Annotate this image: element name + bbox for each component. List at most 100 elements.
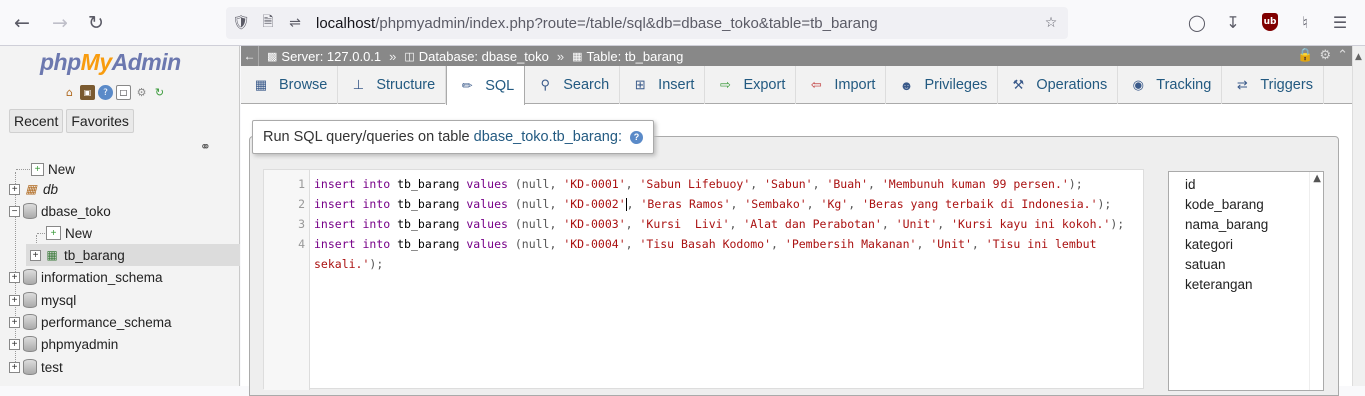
url-text[interactable]: localhost/phpmyadmin/index.php?route=/ta… bbox=[316, 15, 878, 32]
tab-sql[interactable]: ✏ SQL bbox=[446, 66, 526, 105]
expand-icon[interactable]: + bbox=[9, 183, 20, 195]
tree-item-test[interactable]: + test bbox=[9, 356, 63, 378]
line-number: 2 bbox=[298, 197, 305, 211]
url-bar[interactable]: 🛡 🗎 ⇌ localhost/phpmyadmin/index.php?rou… bbox=[226, 7, 1068, 39]
column-option[interactable]: nama_barang bbox=[1185, 217, 1268, 232]
collapse-left-arrow-icon[interactable]: ← bbox=[241, 46, 259, 66]
tree-item-performance-schema[interactable]: + performance_schema bbox=[9, 311, 172, 333]
server-icon: ▩ bbox=[267, 50, 278, 63]
tree-item-new-table[interactable]: + New bbox=[37, 222, 92, 244]
tab-export[interactable]: ⇨ Export bbox=[705, 66, 797, 104]
expand-icon[interactable]: + bbox=[9, 338, 20, 350]
expand-icon[interactable]: + bbox=[30, 249, 41, 261]
tree-item-information-schema[interactable]: + information_schema bbox=[9, 266, 163, 288]
breadcrumb-server[interactable]: Server: 127.0.0.1 bbox=[281, 49, 381, 64]
ublock-icon[interactable]: ub bbox=[1259, 11, 1281, 33]
tree-item-dbase-toko[interactable]: − dbase_toko bbox=[9, 200, 111, 222]
tab-insert[interactable]: ⊞ Insert bbox=[620, 66, 706, 104]
eye-icon: ◉ bbox=[1132, 77, 1144, 92]
line-number: 3 bbox=[298, 217, 305, 231]
reload-icon[interactable]: ↻ bbox=[82, 9, 110, 37]
tab-browse[interactable]: ▦ Browse bbox=[241, 66, 339, 104]
settings-gear-icon[interactable]: ⚙ bbox=[134, 85, 149, 100]
breadcrumb-database[interactable]: Database: dbase_toko bbox=[419, 49, 549, 64]
main-scrollbar[interactable]: ▲ bbox=[1352, 46, 1365, 386]
back-arrow-icon[interactable]: ← bbox=[8, 9, 36, 37]
code-line: insert into tb_barang values (null, 'KD-… bbox=[314, 217, 1125, 231]
table-icon: ▦ bbox=[46, 248, 58, 262]
docs-icon[interactable]: □ bbox=[116, 85, 131, 100]
breadcrumb: ← ▩ Server: 127.0.0.1 » ◫ Database: dbas… bbox=[241, 46, 1352, 66]
quick-icons: ⌂ ▣ ? □ ⚙ ↻ bbox=[62, 85, 167, 100]
column-option[interactable]: id bbox=[1185, 177, 1196, 192]
bookmark-star-icon[interactable]: ☆ bbox=[1042, 14, 1060, 32]
collapse-icon[interactable]: − bbox=[9, 205, 20, 217]
tab-privileges[interactable]: ☻ Privileges bbox=[886, 66, 999, 104]
column-option[interactable]: kategori bbox=[1185, 237, 1233, 252]
tree-item-mysql[interactable]: + mysql bbox=[9, 289, 76, 311]
tree-item-db[interactable]: + ▦ db bbox=[9, 178, 58, 200]
database-icon bbox=[23, 269, 37, 285]
scroll-up-arrow-icon[interactable]: ▲ bbox=[1355, 52, 1362, 62]
sql-editor[interactable]: 1 2 3 4 insert into tb_barang values (nu… bbox=[263, 169, 1144, 390]
downloads-icon[interactable]: ↧ bbox=[1222, 11, 1244, 33]
expand-icon[interactable]: + bbox=[9, 361, 20, 373]
settings-gear-icon[interactable]: ⚙ bbox=[1319, 47, 1331, 63]
table-icon: ▦ bbox=[572, 50, 583, 63]
column-option[interactable]: kode_barang bbox=[1185, 197, 1264, 212]
permissions-icon[interactable]: ⇌ bbox=[286, 14, 304, 32]
column-option[interactable]: satuan bbox=[1185, 257, 1226, 272]
page-icon[interactable]: 🗎 bbox=[259, 14, 277, 32]
menu-icon[interactable]: ☰ bbox=[1329, 11, 1351, 33]
breadcrumb-table[interactable]: Table: tb_barang bbox=[587, 49, 684, 64]
tab-import[interactable]: ⇦ Import bbox=[796, 66, 887, 104]
forward-arrow-icon[interactable]: → bbox=[46, 9, 74, 37]
expand-icon[interactable]: + bbox=[9, 294, 20, 306]
browse-icon: ▦ bbox=[254, 77, 268, 92]
recent-tab[interactable]: Recent bbox=[9, 109, 64, 133]
export-icon: ⇨ bbox=[719, 77, 731, 92]
scroll-up-arrow-icon[interactable]: ▲ bbox=[1313, 173, 1321, 184]
table-link[interactable]: dbase_toko.tb_barang: bbox=[474, 129, 622, 145]
line-number: 4 bbox=[298, 237, 305, 251]
help-icon[interactable]: ? bbox=[629, 130, 643, 144]
tab-structure[interactable]: ⊥ Structure bbox=[338, 66, 447, 104]
database-icon: ◫ bbox=[404, 50, 415, 63]
tree-item-new-db[interactable]: + New bbox=[16, 158, 75, 180]
tab-operations[interactable]: ⚒ Operations bbox=[998, 66, 1119, 104]
link-chain-icon[interactable]: ⚭ bbox=[200, 140, 211, 155]
database-icon bbox=[23, 336, 37, 352]
phpmyadmin-logo[interactable]: phpMyAdmin bbox=[40, 49, 181, 76]
expand-icon[interactable]: + bbox=[9, 316, 20, 328]
tree-item-tb-barang[interactable]: + ▦ tb_barang bbox=[26, 244, 240, 266]
help-icon[interactable]: ? bbox=[98, 85, 113, 100]
code-line: insert into tb_barang values (null, 'KD-… bbox=[314, 177, 1083, 191]
tab-triggers[interactable]: ⇄ Triggers bbox=[1222, 66, 1324, 104]
pocket-icon[interactable]: ◯ bbox=[1186, 11, 1208, 33]
extensions-icon[interactable]: ♮ bbox=[1294, 11, 1316, 33]
column-option[interactable]: keterangan bbox=[1185, 277, 1253, 292]
wrench-icon: ⚒ bbox=[1012, 77, 1025, 92]
refresh-icon[interactable]: ↻ bbox=[152, 85, 167, 100]
collapse-up-icon[interactable]: ⌃ bbox=[1337, 47, 1348, 63]
database-group-icon: ▦ bbox=[25, 182, 37, 196]
tree-item-phpmyadmin[interactable]: + phpmyadmin bbox=[9, 333, 118, 355]
code-line: sekali.'); bbox=[314, 257, 384, 271]
database-icon bbox=[23, 203, 37, 219]
columns-scrollbar[interactable] bbox=[1309, 172, 1323, 390]
columns-list[interactable]: id kode_barang nama_barang kategori satu… bbox=[1168, 171, 1324, 391]
lock-icon[interactable]: 🔒 bbox=[1297, 47, 1313, 63]
logout-icon[interactable]: ▣ bbox=[80, 85, 95, 100]
favorites-tab[interactable]: Favorites bbox=[66, 109, 134, 133]
shield-icon[interactable]: 🛡 bbox=[232, 14, 250, 32]
import-icon: ⇦ bbox=[810, 77, 822, 92]
home-icon[interactable]: ⌂ bbox=[62, 85, 77, 100]
expand-icon[interactable]: + bbox=[9, 271, 20, 283]
tab-tracking[interactable]: ◉ Tracking bbox=[1118, 66, 1223, 104]
privileges-icon: ☻ bbox=[899, 77, 914, 93]
sql-icon: ✏ bbox=[461, 77, 473, 93]
triggers-icon: ⇄ bbox=[1236, 77, 1248, 92]
navigation-panel: phpMyAdmin ⌂ ▣ ? □ ⚙ ↻ Recent Favorites … bbox=[0, 46, 240, 386]
tab-search[interactable]: ⚲ Search bbox=[525, 66, 621, 104]
code-line: insert into tb_barang values (null, 'KD-… bbox=[314, 197, 1112, 211]
